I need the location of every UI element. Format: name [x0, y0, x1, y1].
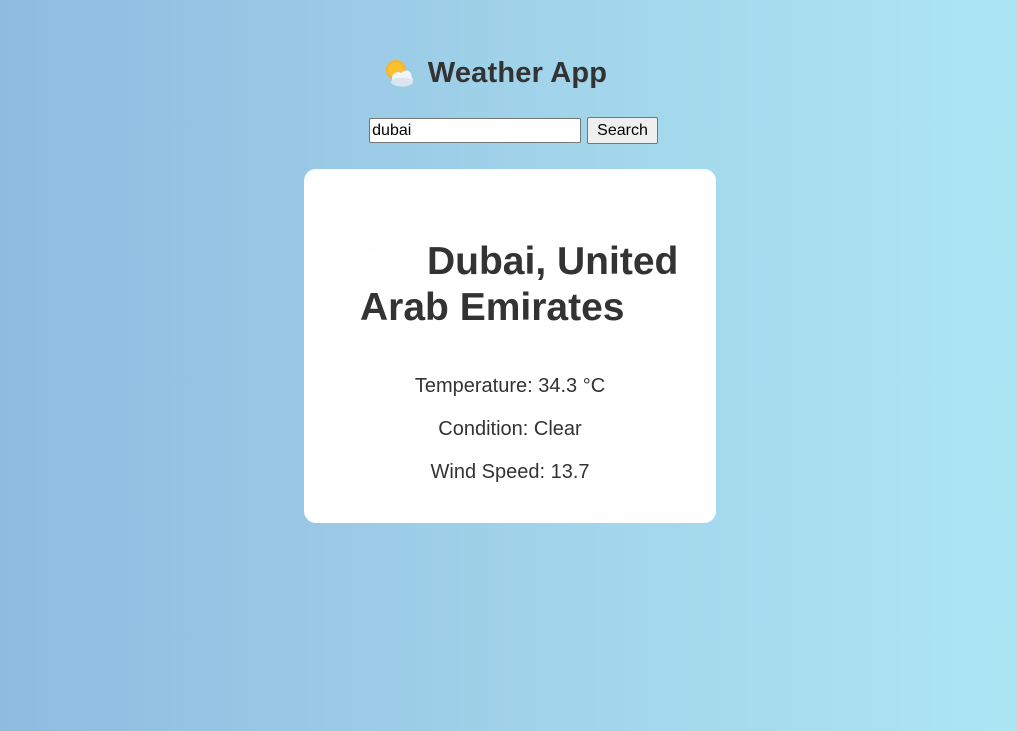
- sun-behind-cloud-icon: [382, 56, 416, 90]
- search-button[interactable]: Search: [587, 117, 658, 144]
- weather-card: Dubai, United Arab Emirates Temperature:…: [304, 169, 716, 523]
- city-search-input[interactable]: [369, 118, 582, 143]
- search-bar: Search: [0, 117, 1017, 144]
- app-title: Weather App: [427, 56, 608, 89]
- location-name: Dubai, United Arab Emirates: [360, 240, 679, 329]
- weather-details: Temperature: 34.3 °C Condition: Clear Wi…: [304, 374, 716, 503]
- weather-location-heading: Dubai, United Arab Emirates: [360, 228, 700, 331]
- app-header: Weather App: [0, 56, 1017, 90]
- crescent-moon-icon: [360, 223, 396, 259]
- condition-text: Condition: Clear: [438, 418, 582, 440]
- temperature-text: Temperature: 34.3 °C: [414, 375, 606, 397]
- wind-speed-text: Wind Speed: 13.7: [430, 461, 590, 483]
